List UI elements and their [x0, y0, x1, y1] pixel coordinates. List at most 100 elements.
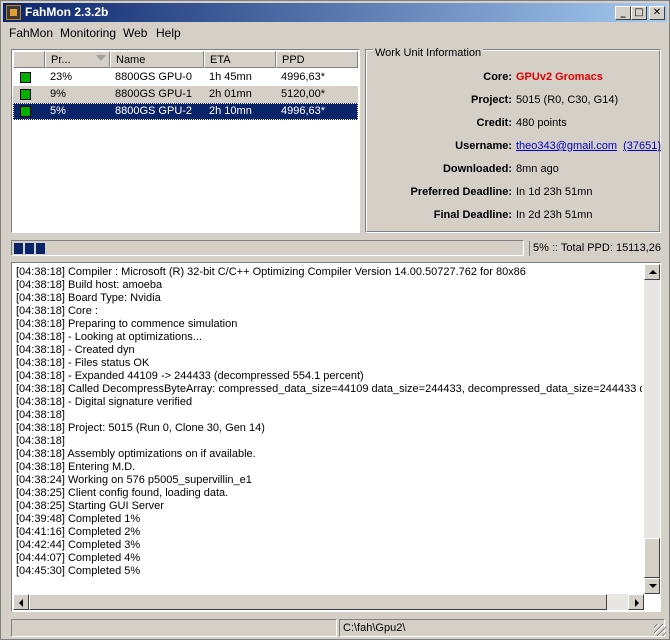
- menu-web[interactable]: Web: [123, 26, 147, 40]
- column-ppd[interactable]: PPD: [276, 51, 358, 68]
- row-eta: 2h 10mn: [209, 105, 252, 117]
- column-eta[interactable]: ETA: [204, 51, 276, 68]
- fahmon-window: FahMon 2.3.2b _ □ ✕ FahMon Monitoring We…: [0, 0, 670, 640]
- progress-block: [36, 243, 45, 254]
- scroll-up-button[interactable]: [644, 264, 660, 280]
- status-bar: C:\fah\Gpu2\: [3, 619, 667, 637]
- row-progress: 5%: [50, 105, 66, 117]
- log-line: [04:38:18] - Digital signature verified: [16, 396, 193, 408]
- row-progress: 23%: [50, 71, 73, 83]
- log-line: [04:39:48] Completed 1%: [16, 513, 141, 525]
- wu-row-downloaded: Downloaded: 8mn ago: [366, 163, 662, 179]
- log-line: [04:38:18]: [16, 435, 65, 447]
- row-progress: 9%: [50, 88, 66, 100]
- column-status[interactable]: [13, 51, 45, 68]
- row-eta: 2h 01mn: [209, 88, 252, 100]
- log-line: [04:38:18] Assembly optimizations on if …: [16, 448, 256, 460]
- maximize-button[interactable]: □: [631, 6, 647, 20]
- title-bar[interactable]: FahMon 2.3.2b _ □ ✕: [3, 3, 667, 22]
- log-line: [04:38:18] Compiler : Microsoft (R) 32-b…: [16, 266, 526, 278]
- username-label: Username:: [455, 140, 512, 152]
- menu-monitoring[interactable]: Monitoring: [60, 26, 116, 40]
- log-line: [04:38:18] - Created dyn: [16, 344, 135, 356]
- team-link[interactable]: (37651): [623, 140, 661, 152]
- work-unit-legend: Work Unit Information: [373, 47, 484, 59]
- arrow-up-icon: [649, 270, 657, 274]
- core-label: Core:: [483, 71, 512, 83]
- column-progress[interactable]: Pr...: [45, 51, 110, 68]
- scroll-left-button[interactable]: [13, 594, 29, 610]
- row-name: 8800GS GPU-1: [115, 88, 193, 100]
- scroll-down-button[interactable]: [644, 578, 660, 594]
- wu-row-final-deadline: Final Deadline: In 2d 23h 51mn: [366, 209, 662, 225]
- log-lines: [04:38:18] Compiler : Microsoft (R) 32-b…: [16, 266, 642, 578]
- arrow-right-icon: [635, 599, 639, 607]
- scroll-right-button[interactable]: [628, 594, 644, 610]
- log-line: [04:42:44] Completed 3%: [16, 539, 141, 551]
- credit-value: 480 points: [516, 117, 567, 129]
- column-progress-label: Pr...: [51, 54, 71, 66]
- log-line: [04:38:18] Core :: [16, 305, 98, 317]
- row-ppd: 4996,63*: [281, 71, 326, 83]
- preferred-deadline-label: Preferred Deadline:: [410, 186, 512, 198]
- resize-grip-icon[interactable]: [654, 624, 666, 636]
- status-path: C:\fah\Gpu2\: [339, 619, 665, 637]
- row-eta: 1h 45mn: [209, 71, 252, 83]
- log-line: [04:41:16] Completed 2%: [16, 526, 141, 538]
- progress-block: [25, 243, 34, 254]
- minimize-button[interactable]: _: [615, 6, 631, 20]
- log-line: [04:38:18] Preparing to commence simulat…: [16, 318, 238, 330]
- clients-grid[interactable]: Pr... Name ETA PPD 23% 8800GS GPU-0 1h 4…: [11, 49, 360, 233]
- log-line: [04:38:18] - Files status OK: [16, 357, 150, 369]
- menu-fahmon[interactable]: FahMon: [9, 26, 53, 40]
- grid-header: Pr... Name ETA PPD: [13, 51, 358, 68]
- log-view[interactable]: [04:38:18] Compiler : Microsoft (R) 32-b…: [11, 262, 661, 612]
- log-line: [04:45:30] Completed 5%: [16, 565, 141, 577]
- status-pane-left: [11, 619, 337, 637]
- log-line: [04:44:07] Completed 4%: [16, 552, 141, 564]
- row-ppd: 5120,00*: [281, 88, 326, 100]
- window-title: FahMon 2.3.2b: [25, 5, 109, 19]
- project-label: Project:: [471, 94, 512, 106]
- project-value: 5015 (R0, C30, G14): [516, 94, 619, 106]
- grid-row[interactable]: 9% 8800GS GPU-1 2h 01mn 5120,00*: [13, 86, 358, 103]
- row-ppd: 4996,63*: [281, 105, 326, 117]
- username-value-group: theo343@gmail.com (37651): [516, 140, 661, 152]
- app-icon[interactable]: [6, 5, 21, 20]
- horizontal-scroll-thumb[interactable]: [29, 594, 607, 610]
- wu-row-username: Username: theo343@gmail.com (37651): [366, 140, 662, 156]
- close-button[interactable]: ✕: [649, 6, 665, 20]
- credit-label: Credit:: [476, 117, 512, 129]
- total-ppd-text: 5% :: Total PPD: 15113,26: [529, 241, 663, 256]
- vertical-scrollbar[interactable]: [644, 264, 660, 594]
- arrow-down-icon: [649, 584, 657, 588]
- status-ok-icon: [20, 89, 31, 100]
- wu-row-project: Project: 5015 (R0, C30, G14): [366, 94, 662, 110]
- log-line: [04:38:18] Board Type: Nvidia: [16, 292, 161, 304]
- row-name: 8800GS GPU-0: [115, 71, 193, 83]
- log-line: [04:38:18] - Expanded 44109 -> 244433 (d…: [16, 370, 364, 382]
- preferred-deadline-value: In 1d 23h 51mn: [516, 186, 593, 198]
- log-line: [04:38:25] Starting GUI Server: [16, 500, 164, 512]
- log-line: [04:38:18] Build host: amoeba: [16, 279, 163, 291]
- downloaded-label: Downloaded:: [442, 163, 512, 175]
- sort-descending-icon: [96, 55, 106, 61]
- progress-block: [14, 243, 23, 254]
- vertical-scroll-thumb[interactable]: [644, 538, 660, 578]
- horizontal-scrollbar[interactable]: [13, 594, 644, 610]
- log-line: [04:38:24] Working on 576 p5005_supervil…: [16, 474, 252, 486]
- username-link[interactable]: theo343@gmail.com: [516, 140, 617, 152]
- log-line: [04:38:18] Project: 5015 (Run 0, Clone 3…: [16, 422, 265, 434]
- grid-row-selected[interactable]: 5% 8800GS GPU-2 2h 10mn 4996,63*: [13, 103, 358, 120]
- final-deadline-label: Final Deadline:: [433, 209, 512, 221]
- log-line: [04:38:18] - Looking at optimizations...: [16, 331, 202, 343]
- wu-row-preferred-deadline: Preferred Deadline: In 1d 23h 51mn: [366, 186, 662, 202]
- log-line: [04:38:18] Entering M.D.: [16, 461, 136, 473]
- menu-help[interactable]: Help: [156, 26, 181, 40]
- row-name: 8800GS GPU-2: [115, 105, 193, 117]
- grid-row[interactable]: 23% 8800GS GPU-0 1h 45mn 4996,63*: [13, 69, 358, 86]
- log-line: [04:38:18]: [16, 409, 65, 421]
- core-value: GPUv2 Gromacs: [516, 71, 603, 83]
- column-name[interactable]: Name: [110, 51, 204, 68]
- downloaded-value: 8mn ago: [516, 163, 559, 175]
